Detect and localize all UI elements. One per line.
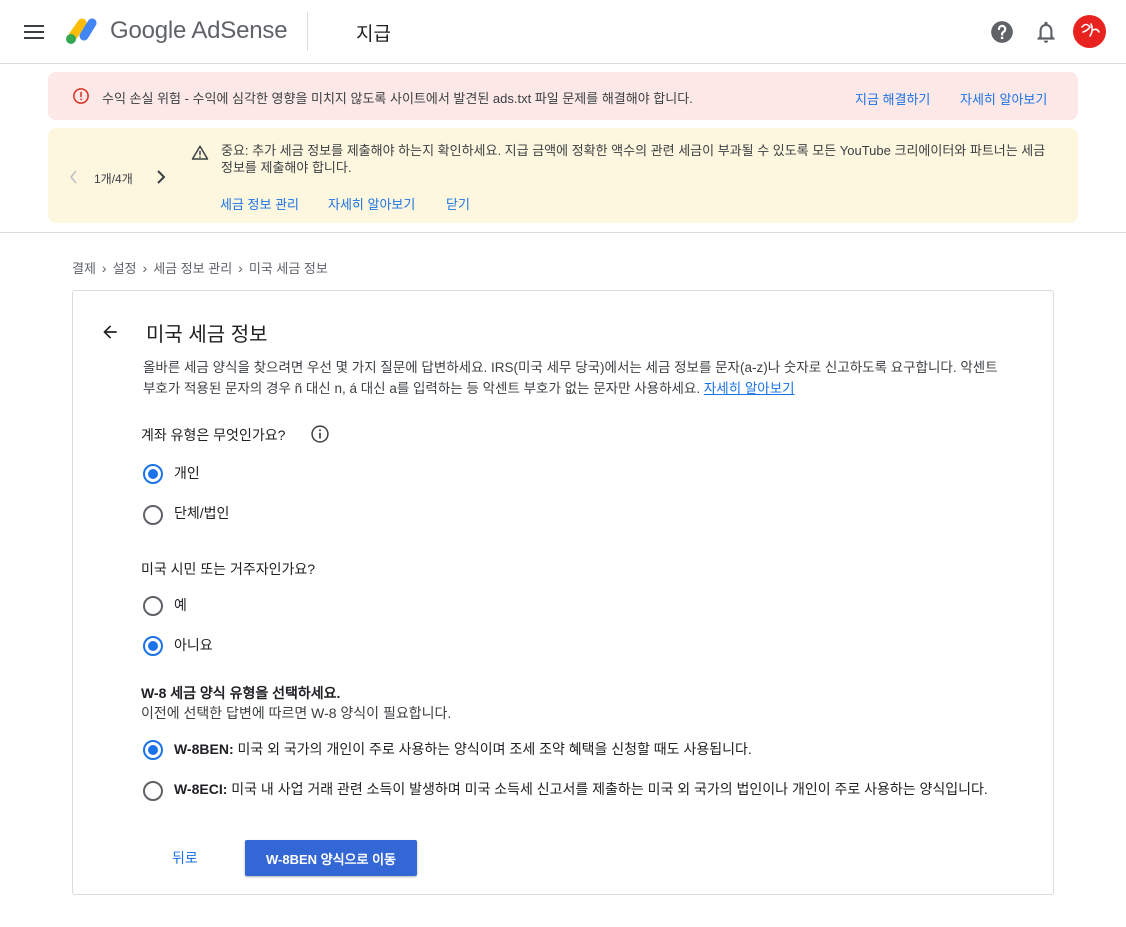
radio-w8ben-label: W-8BEN: 미국 외 국가의 개인이 주로 사용하는 양식이며 조세 조약 … <box>174 739 752 759</box>
radio-yes-label: 예 <box>174 597 187 613</box>
breadcrumb-settings[interactable]: 설정 <box>113 261 137 276</box>
breadcrumb-manage-tax-info[interactable]: 세금 정보 관리 <box>153 261 232 276</box>
breadcrumb: 결제 › 설정 › 세금 정보 관리 › 미국 세금 정보 <box>72 258 328 277</box>
account-type-question: 계좌 유형은 무엇인가요? <box>141 427 286 443</box>
fix-now-link[interactable]: 지금 해결하기 <box>855 89 930 108</box>
help-icon[interactable] <box>989 19 1015 45</box>
section-divider <box>0 232 1126 233</box>
menu-icon[interactable] <box>22 20 46 44</box>
warning-learn-more-link[interactable]: 자세히 알아보기 <box>960 89 1047 108</box>
brand-name: Google AdSense <box>110 17 288 44</box>
intro-learn-more-link[interactable]: 자세히 알아보기 <box>704 381 795 396</box>
w8eci-code: W-8ECI: <box>174 781 228 797</box>
radio-w8eci[interactable] <box>143 781 163 801</box>
notice-message: 중요: 추가 세금 정보를 제출해야 하는지 확인하세요. 지급 금액에 정확한… <box>221 143 1046 175</box>
notice-learn-more-link[interactable]: 자세히 알아보기 <box>328 194 415 213</box>
avatar-signature-mark <box>1081 23 1100 37</box>
intro-body: 올바른 세금 양식을 찾으려면 우선 몇 가지 질문에 답변하세요. IRS(미… <box>143 360 998 396</box>
go-to-w8ben-button[interactable]: W-8BEN 양식으로 이동 <box>245 840 417 876</box>
back-button[interactable]: 뒤로 <box>172 848 198 868</box>
radio-w8ben[interactable] <box>143 740 163 760</box>
manage-tax-info-link[interactable]: 세금 정보 관리 <box>220 194 299 213</box>
top-app-bar: Google AdSense 지급 <box>0 0 1126 64</box>
radio-w8eci-label: W-8ECI: 미국 내 사업 거래 관련 소득이 발생하며 미국 소득세 신고… <box>174 779 1024 799</box>
radio-no-label: 아니요 <box>174 637 213 653</box>
adsense-logo[interactable] <box>64 16 100 46</box>
dismiss-link[interactable]: 닫기 <box>446 194 470 213</box>
chevron-right-icon: › <box>238 260 243 276</box>
us-citizen-question: 미국 시민 또는 거주자인가요? <box>141 561 316 577</box>
breadcrumb-payments[interactable]: 결제 <box>72 261 96 276</box>
w8-form-heading: W-8 세금 양식 유형을 선택하세요. <box>141 685 341 701</box>
w8ben-desc: 미국 외 국가의 개인이 주로 사용하는 양식이며 조세 조약 혜택을 신청할 … <box>237 741 752 757</box>
chevron-left-icon[interactable] <box>68 170 80 184</box>
chevron-right-icon[interactable] <box>154 169 168 185</box>
warning-message: 수익 손실 위험 - 수익에 심각한 영향을 미치지 않도록 사이트에서 발견된… <box>102 91 693 106</box>
page-title: 지급 <box>356 24 391 45</box>
notice-pager: 1개/4개 <box>94 172 133 186</box>
chevron-right-icon: › <box>101 260 107 276</box>
avatar[interactable] <box>1073 15 1106 48</box>
back-arrow-icon[interactable] <box>100 322 120 342</box>
notifications-bell-icon[interactable] <box>1033 19 1059 45</box>
info-icon[interactable] <box>310 424 330 444</box>
tax-notice-banner: 1개/4개 중요: 추가 세금 정보를 제출해야 하는지 확인하세요. 지급 금… <box>48 128 1078 223</box>
warning-icon <box>191 145 209 160</box>
breadcrumb-current: 미국 세금 정보 <box>248 261 328 276</box>
radio-no[interactable] <box>143 636 163 656</box>
w8-form-subtext: 이전에 선택한 답변에 따르면 W-8 양식이 필요합니다. <box>141 705 452 721</box>
intro-text: 올바른 세금 양식을 찾으려면 우선 몇 가지 질문에 답변하세요. IRS(미… <box>143 357 1013 399</box>
error-icon <box>73 88 89 104</box>
radio-yes[interactable] <box>143 596 163 616</box>
w8ben-code: W-8BEN: <box>174 741 234 757</box>
header-divider <box>307 12 308 51</box>
card-title: 미국 세금 정보 <box>146 324 268 346</box>
radio-business-label: 단체/법인 <box>174 505 230 521</box>
chevron-right-icon: › <box>142 260 148 276</box>
w8eci-desc: 미국 내 사업 거래 관련 소득이 발생하며 미국 소득세 신고서를 제출하는 … <box>231 781 988 797</box>
us-tax-info-card: 미국 세금 정보 올바른 세금 양식을 찾으려면 우선 몇 가지 질문에 답변하… <box>72 290 1054 895</box>
ads-txt-warning-banner: 수익 손실 위험 - 수익에 심각한 영향을 미치지 않도록 사이트에서 발견된… <box>48 72 1078 120</box>
radio-business[interactable] <box>143 505 163 525</box>
radio-individual-label: 개인 <box>174 465 200 481</box>
radio-individual[interactable] <box>143 464 163 484</box>
